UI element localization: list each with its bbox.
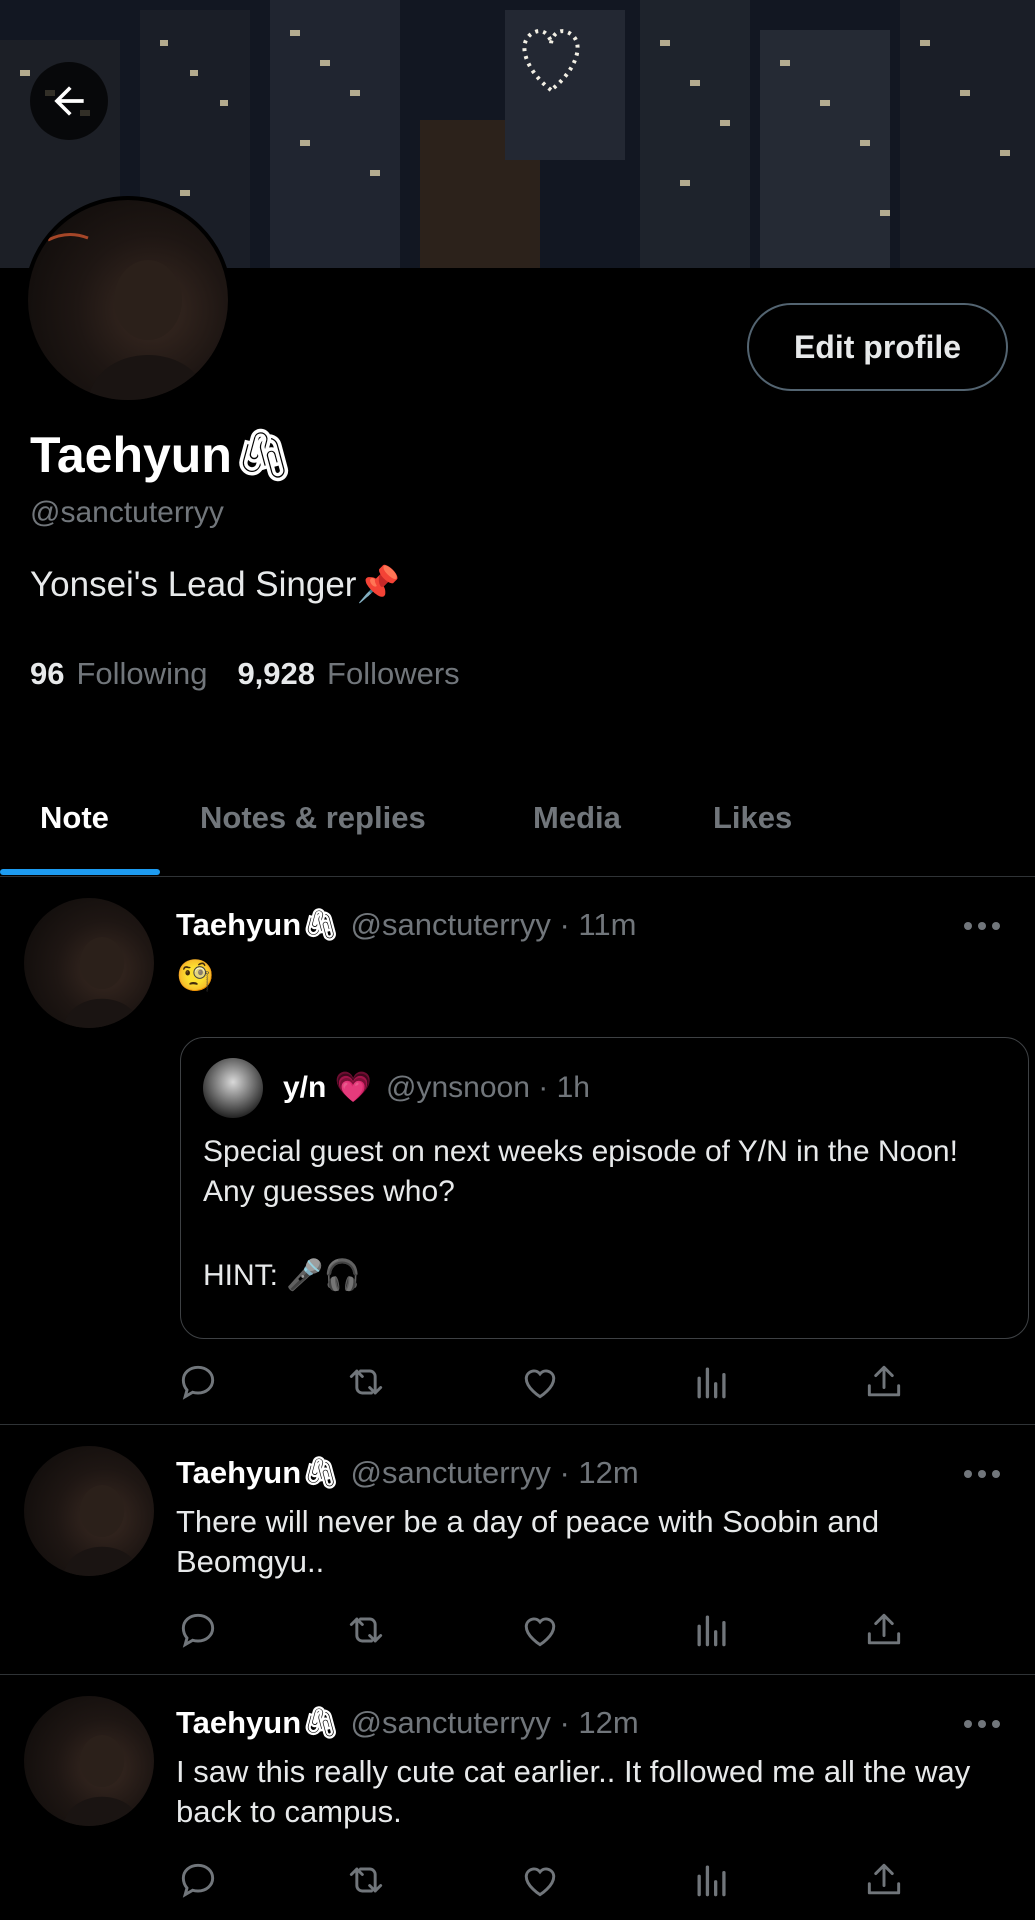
post-actions: [176, 1858, 916, 1904]
following-stat[interactable]: 96 Following: [30, 656, 207, 692]
post-avatar[interactable]: [24, 898, 154, 1028]
post-author-name[interactable]: Taehyun🖇: [176, 1705, 341, 1740]
followers-stat[interactable]: 9,928 Followers: [237, 656, 459, 692]
reply-icon[interactable]: [176, 1608, 220, 1652]
share-icon[interactable]: [862, 1608, 906, 1652]
arrow-left-icon: [54, 86, 84, 116]
heart-icon[interactable]: [518, 1360, 562, 1404]
quoted-meta: @ynsnoon · 1h: [386, 1071, 590, 1104]
tab-media[interactable]: Media: [533, 760, 621, 876]
more-icon[interactable]: [962, 916, 1002, 936]
share-icon[interactable]: [862, 1360, 906, 1404]
analytics-icon[interactable]: [690, 1360, 734, 1404]
back-button[interactable]: [30, 62, 108, 140]
post-author-name[interactable]: Taehyun🖇: [176, 907, 341, 942]
quoted-author-name[interactable]: y/n 💗: [283, 1071, 372, 1104]
post-text: There will never be a day of peace with …: [176, 1504, 880, 1579]
heart-icon[interactable]: [518, 1858, 562, 1902]
profile-tabs: Note Notes & replies Media Likes: [0, 760, 1035, 877]
reply-icon[interactable]: [176, 1360, 220, 1404]
post-header: Taehyun🖇 @sanctuterryy · 11m: [176, 906, 636, 943]
retweet-icon[interactable]: [344, 1360, 388, 1404]
more-icon[interactable]: [962, 1464, 1002, 1484]
post-header: Taehyun🖇 @sanctuterryy · 12m: [176, 1704, 639, 1741]
post-meta: @sanctuterryy · 11m: [350, 907, 637, 942]
post-meta: @sanctuterryy · 12m: [350, 1455, 639, 1490]
post-header: Taehyun🖇 @sanctuterryy · 12m: [176, 1454, 639, 1491]
profile-name: Taehyun🖇: [30, 427, 296, 483]
quoted-post[interactable]: y/n 💗 @ynsnoon · 1h Special guest on next…: [180, 1037, 1029, 1339]
tab-notes-replies[interactable]: Notes & replies: [200, 760, 426, 876]
profile-bio: Yonsei's Lead Singer📌: [30, 565, 401, 604]
retweet-icon[interactable]: [344, 1608, 388, 1652]
quoted-text: Special guest on next weeks episode of Y…: [203, 1135, 958, 1208]
post-actions: [176, 1608, 916, 1654]
post-item[interactable]: Taehyun🖇 @sanctuterryy · 12m I saw this r…: [0, 1674, 1035, 1920]
post-item[interactable]: Taehyun🖇 @sanctuterryy · 11m 🧐 y/n 💗 @ynsn…: [0, 876, 1035, 1425]
profile-handle: @sanctuterryy: [30, 496, 224, 529]
tab-likes[interactable]: Likes: [713, 760, 792, 876]
profile-avatar[interactable]: [24, 196, 232, 404]
share-icon[interactable]: [862, 1858, 906, 1902]
post-avatar[interactable]: [24, 1446, 154, 1576]
post-actions: [176, 1360, 916, 1406]
retweet-icon[interactable]: [344, 1858, 388, 1902]
following-label: Following: [76, 656, 208, 691]
active-tab-indicator: [0, 869, 160, 875]
quoted-hint: HINT: 🎤🎧: [203, 1259, 362, 1292]
tab-note[interactable]: Note: [40, 760, 109, 876]
post-text: 🧐: [176, 958, 215, 993]
heart-icon[interactable]: [518, 1608, 562, 1652]
post-item[interactable]: Taehyun🖇 @sanctuterryy · 12m There will n…: [0, 1424, 1035, 1675]
reply-icon[interactable]: [176, 1858, 220, 1902]
following-count: 96: [30, 656, 65, 691]
quoted-avatar[interactable]: [203, 1058, 263, 1118]
analytics-icon[interactable]: [690, 1858, 734, 1902]
post-text: I saw this really cute cat earlier.. It …: [176, 1754, 971, 1829]
edit-profile-button[interactable]: Edit profile: [747, 303, 1008, 391]
post-meta: @sanctuterryy · 12m: [350, 1705, 639, 1740]
followers-count: 9,928: [237, 656, 316, 691]
profile-stats: 96 Following 9,928 Followers: [30, 656, 460, 692]
more-icon[interactable]: [962, 1714, 1002, 1734]
post-author-name[interactable]: Taehyun🖇: [176, 1455, 341, 1490]
quoted-header: y/n 💗 @ynsnoon · 1h: [283, 1070, 590, 1105]
followers-label: Followers: [327, 656, 460, 691]
analytics-icon[interactable]: [690, 1608, 734, 1652]
post-avatar[interactable]: [24, 1696, 154, 1826]
